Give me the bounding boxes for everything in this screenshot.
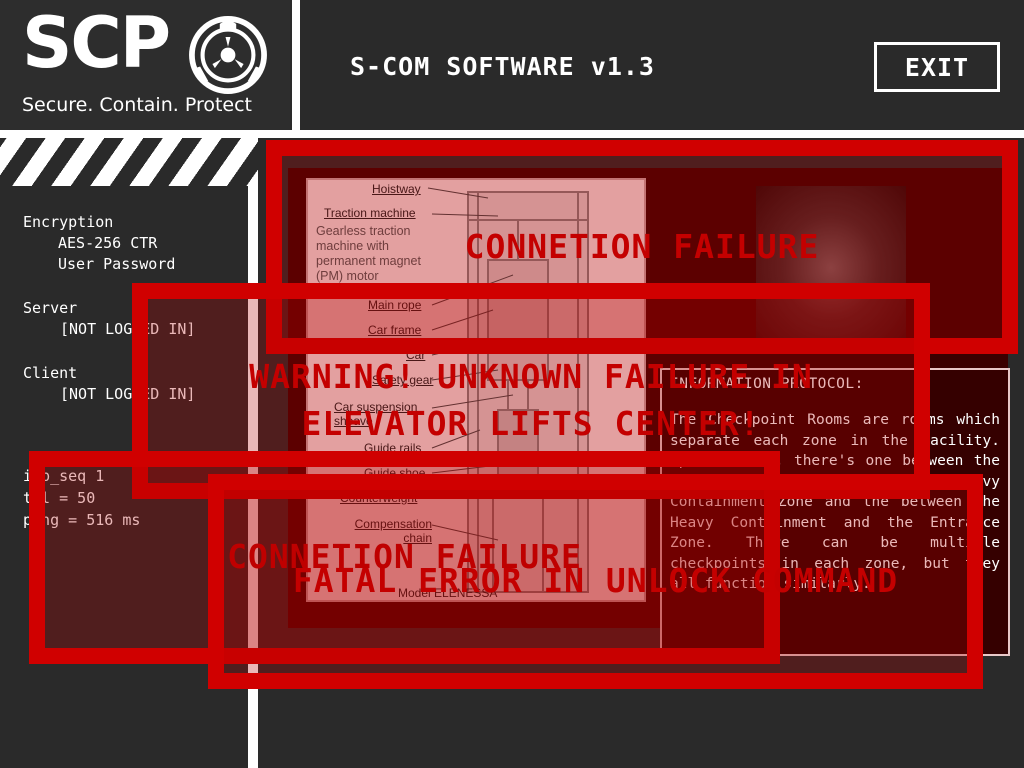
error-text-connection-failure-1: CONNETION FAILURE [464, 227, 820, 266]
exit-button[interactable]: EXIT [874, 42, 1000, 92]
header-divider-vertical [292, 0, 300, 138]
encryption-auth: User Password [58, 255, 176, 273]
client-label: Client [23, 364, 78, 382]
logo-tagline: Secure. Contain. Protect [22, 94, 253, 116]
error-text-elevator-warning-line1: WARNING! UNKNOWN FAILURE IN [249, 357, 813, 396]
hazard-stripes [0, 138, 266, 186]
logo-wordmark: SCP [22, 2, 171, 84]
header-divider-horizontal [0, 130, 1024, 138]
encryption-label: Encryption [23, 213, 114, 231]
app-title: S-COM SOFTWARE v1.3 [350, 52, 655, 81]
logo-panel: SCP Secure. Contain. Protect [0, 0, 290, 130]
scp-emblem-icon [189, 16, 267, 94]
server-label: Server [23, 299, 78, 317]
error-text-fatal-unlock: FATAL ERROR IN UNLOCK COMMAND [292, 561, 899, 600]
encryption-algorithm: AES-256 CTR [58, 234, 158, 252]
error-text-elevator-warning-line2: ELEVATOR LIFTS CENTER! [301, 404, 761, 443]
